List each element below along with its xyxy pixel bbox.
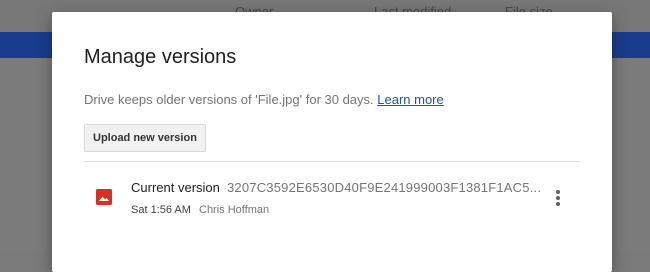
version-label: Current version xyxy=(131,180,220,195)
image-file-icon xyxy=(96,189,112,205)
dialog-description: Drive keeps older versions of 'File.jpg'… xyxy=(84,92,444,107)
learn-more-link[interactable]: Learn more xyxy=(377,92,443,107)
version-author: Chris Hoffman xyxy=(199,204,270,216)
version-list-item: Current version 3207C3592E6530D40F9E2419… xyxy=(84,172,580,232)
upload-new-version-button[interactable]: Upload new version xyxy=(84,124,206,152)
more-options-icon[interactable] xyxy=(544,184,572,212)
divider xyxy=(84,161,580,162)
version-timestamp: Sat 1:56 AM xyxy=(131,204,191,216)
dialog-title: Manage versions xyxy=(84,46,237,68)
description-text: Drive keeps older versions of 'File.jpg'… xyxy=(84,92,378,107)
version-hash: 3207C3592E6530D40F9E241999003F1381F1AC5.… xyxy=(227,180,542,195)
manage-versions-dialog: Manage versions Drive keeps older versio… xyxy=(52,12,612,272)
